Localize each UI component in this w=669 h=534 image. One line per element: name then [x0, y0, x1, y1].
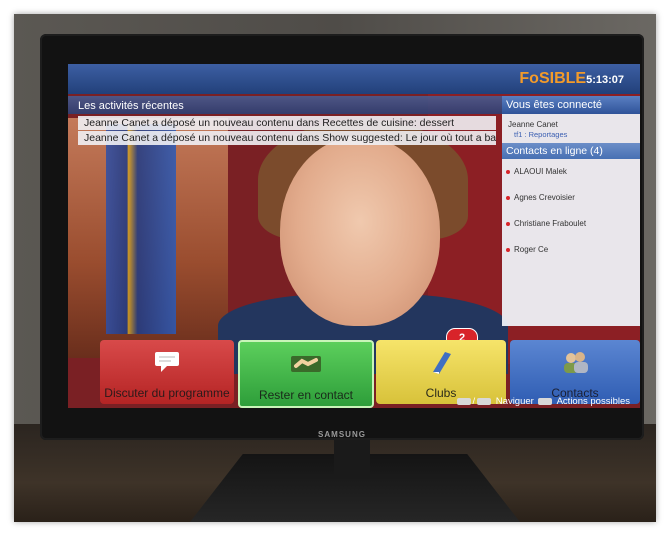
action-tiles: Discuter du programme 2 Rester en contac…: [100, 328, 640, 408]
handshake-icon: [291, 356, 321, 372]
ok-key-icon: [538, 397, 553, 405]
tv-screen: FoSIBLE5:13:07 Les activités récentes Je…: [68, 64, 640, 408]
connected-user: Jeanne Canet: [508, 120, 558, 129]
contact-name: Christiane Fraboulet: [514, 219, 587, 228]
online-dot-icon: [506, 196, 510, 200]
tile-contacts[interactable]: Contacts: [510, 340, 640, 404]
logo-text: FoSIBLE: [519, 70, 587, 87]
tile-clubs[interactable]: Clubs: [376, 340, 506, 404]
contact-item[interactable]: Roger Ce: [502, 237, 640, 263]
arrow-key-icon: [456, 397, 471, 405]
tile-discuss-program[interactable]: Discuter du programme: [100, 340, 234, 404]
tile-stay-in-touch[interactable]: 2 Rester en contact: [238, 328, 478, 408]
tv-neck: [334, 440, 370, 476]
contact-item[interactable]: Agnes Crevoisier: [502, 185, 640, 211]
online-contacts-title: Contacts en ligne (4): [502, 143, 640, 159]
speech-bubble-icon: [155, 352, 179, 372]
tv-brand-logo: SAMSUNG: [318, 430, 366, 439]
app-logo: FoSIBLE5:13:07: [519, 70, 624, 88]
clock: 5:13:07: [586, 74, 624, 86]
people-icon: [564, 352, 588, 373]
arrow-key-icon: [477, 397, 492, 405]
nav-separator: /: [472, 396, 476, 407]
navigate-label: Naviguer: [495, 396, 534, 407]
online-dot-icon: [506, 170, 510, 174]
recent-activities-list: Jeanne Canet a déposé un nouveau contenu…: [78, 116, 496, 146]
contact-name: ALAOUI Malek: [514, 167, 567, 176]
online-dot-icon: [506, 248, 510, 252]
photo-frame: SAMSUNG FoSIBLE5:13:07 Les activités réc…: [14, 14, 656, 522]
connected-title: Vous êtes connecté: [502, 96, 640, 114]
connection-panel: Vous êtes connecté Jeanne Canet tf1 : Re…: [502, 96, 640, 326]
presenter-face: [280, 136, 440, 326]
activity-item[interactable]: Jeanne Canet a déposé un nouveau contenu…: [78, 116, 496, 130]
recent-activities-title: Les activités récentes: [78, 100, 184, 112]
top-bar: FoSIBLE5:13:07: [68, 64, 640, 94]
activity-item[interactable]: Jeanne Canet a déposé un nouveau contenu…: [78, 131, 496, 145]
navigation-hint: / Naviguer Actions possibles: [455, 396, 630, 407]
actions-label: Actions possibles: [556, 396, 630, 407]
connected-channel: tf1 : Reportages: [514, 130, 568, 139]
contact-name: Agnes Crevoisier: [514, 193, 575, 202]
book-icon: [433, 352, 451, 374]
background-poster: [106, 124, 176, 334]
contact-item[interactable]: ALAOUI Malek: [502, 159, 640, 185]
contact-name: Roger Ce: [514, 245, 549, 254]
tile-label: Rester en contact: [258, 388, 354, 402]
tile-label: Discuter du programme: [104, 386, 230, 400]
online-dot-icon: [506, 222, 510, 226]
contact-item[interactable]: Christiane Fraboulet: [502, 211, 640, 237]
